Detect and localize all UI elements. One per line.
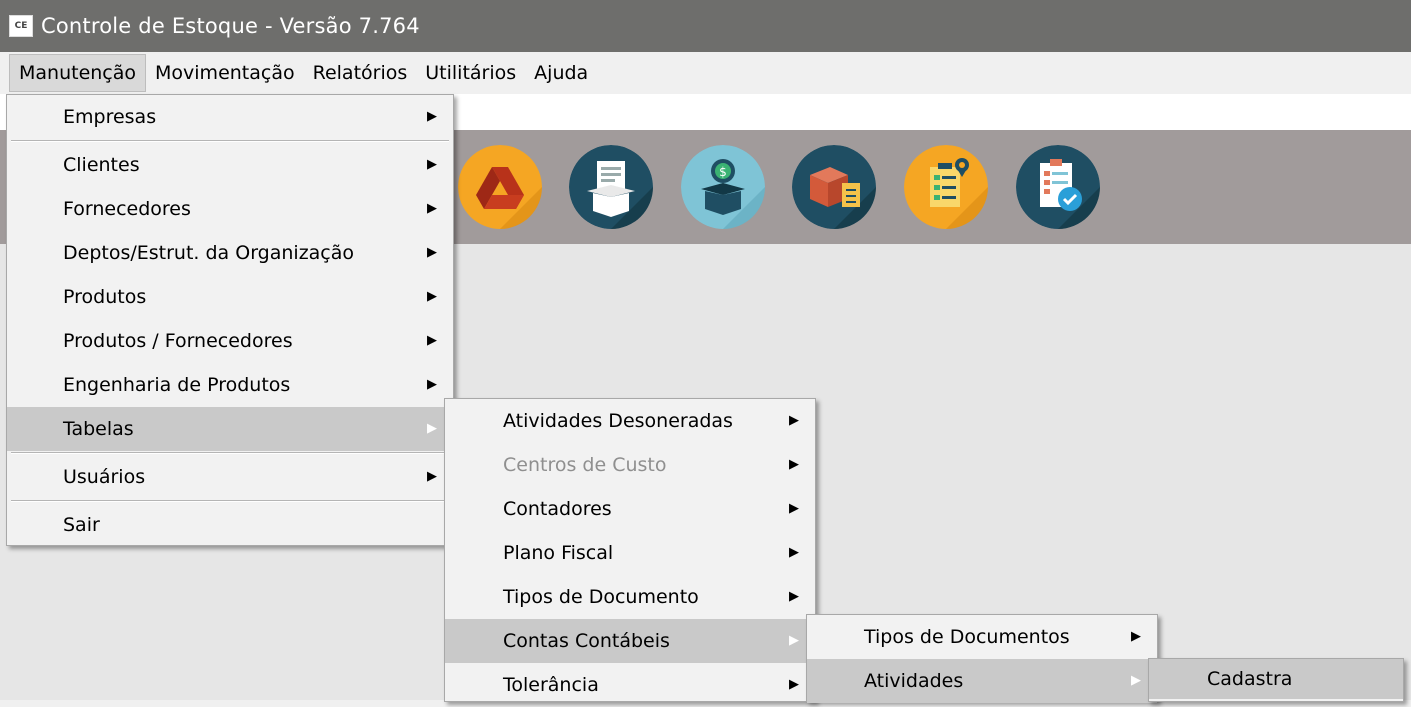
menu-item-plano-fiscal[interactable]: Plano Fiscal ▶ [445,531,815,575]
menu-item-label: Tolerância [503,674,599,696]
submenu-arrow-icon: ▶ [427,469,437,484]
submenu-arrow-icon: ▶ [1131,673,1141,688]
menu-item-tipos-de-documento[interactable]: Tipos de Documento ▶ [445,575,815,619]
menu-manutencao[interactable]: Manutenção [9,54,147,92]
menu-item-label: Produtos [63,286,147,308]
menu-movimentacao[interactable]: Movimentação [146,54,304,92]
menu-item-label: Produtos / Fornecedores [63,330,293,352]
menu-item-label: Deptos/Estrut. da Organização [63,242,355,264]
menu-item-label: Tipos de Documento [503,586,699,608]
menu-item-clientes[interactable]: Clientes ▶ [7,143,453,187]
menu-item-label: Sair [63,514,100,536]
menu-item-cadastra[interactable]: Cadastra [1149,659,1403,699]
submenu-arrow-icon: ▶ [427,421,437,436]
drive-icon[interactable] [458,145,542,229]
menu-relatorios[interactable]: Relatórios [304,54,417,92]
submenu-arrow-icon: ▶ [789,457,799,472]
menu-separator [11,500,449,502]
menu-tabelas-submenu: Atividades Desoneradas ▶ Centros de Cust… [444,398,816,702]
title-bar: CE Controle de Estoque - Versão 7.764 [0,0,1411,52]
submenu-arrow-icon: ▶ [427,377,437,392]
svg-text:$: $ [719,165,727,179]
menu-utilitarios[interactable]: Utilitários [416,54,525,92]
menu-item-label: Cadastra [1207,668,1293,690]
menu-item-label: Tabelas [63,418,134,440]
menu-manutencao-dropdown: Empresas ▶ Clientes ▶ Fornecedores ▶ Dep… [6,94,454,546]
menu-item-engenharia[interactable]: Engenharia de Produtos ▶ [7,363,453,407]
submenu-arrow-icon: ▶ [427,201,437,216]
menu-item-produtos-fornecedores[interactable]: Produtos / Fornecedores ▶ [7,319,453,363]
menu-separator [11,140,449,142]
menu-item-label: Contas Contábeis [503,630,670,652]
report-check-icon[interactable] [1016,145,1100,229]
menu-item-tipos-de-documentos[interactable]: Tipos de Documentos ▶ [807,615,1157,659]
submenu-arrow-icon: ▶ [789,677,799,692]
menu-item-sair[interactable]: Sair [7,503,453,547]
menu-item-tolerancia[interactable]: Tolerância ▶ [445,663,815,707]
submenu-arrow-icon: ▶ [427,245,437,260]
menu-item-label: Empresas [63,106,157,128]
menu-item-empresas[interactable]: Empresas ▶ [7,95,453,139]
menu-item-fornecedores[interactable]: Fornecedores ▶ [7,187,453,231]
menu-item-label: Atividades [864,670,964,692]
menu-item-label: Usuários [63,466,146,488]
app-icon: CE [9,15,33,37]
menu-item-usuarios[interactable]: Usuários ▶ [7,455,453,499]
package-checklist-icon[interactable] [792,145,876,229]
menu-item-atividades[interactable]: Atividades ▶ [807,659,1157,703]
menu-item-label: Contadores [503,498,612,520]
submenu-arrow-icon: ▶ [427,333,437,348]
menu-item-contadores[interactable]: Contadores ▶ [445,487,815,531]
submenu-arrow-icon: ▶ [427,157,437,172]
menu-item-centros-de-custo: Centros de Custo ▶ [445,443,815,487]
submenu-arrow-icon: ▶ [789,501,799,516]
submenu-arrow-icon: ▶ [427,289,437,304]
submenu-arrow-icon: ▶ [789,589,799,604]
money-box-icon[interactable]: $ [681,145,765,229]
menu-item-label: Tipos de Documentos [864,626,1070,648]
menu-item-label: Clientes [63,154,140,176]
submenu-arrow-icon: ▶ [427,109,437,124]
menu-item-atividades-desoneradas[interactable]: Atividades Desoneradas ▶ [445,399,815,443]
submenu-arrow-icon: ▶ [1131,629,1141,644]
menu-ajuda[interactable]: Ajuda [525,54,597,92]
submenu-arrow-icon: ▶ [789,545,799,560]
menu-item-contas-contabeis[interactable]: Contas Contábeis ▶ [445,619,815,663]
menu-item-label: Fornecedores [63,198,191,220]
menu-atividades-submenu: Cadastra [1148,658,1404,702]
menu-item-tabelas[interactable]: Tabelas ▶ [7,407,453,451]
submenu-arrow-icon: ▶ [789,633,799,648]
menu-item-deptos[interactable]: Deptos/Estrut. da Organização ▶ [7,231,453,275]
location-checklist-icon[interactable] [904,145,988,229]
menu-item-label: Plano Fiscal [503,542,614,564]
menu-item-label: Engenharia de Produtos [63,374,291,396]
menu-separator [11,452,449,454]
window-title: Controle de Estoque - Versão 7.764 [41,14,420,38]
submenu-arrow-icon: ▶ [789,413,799,428]
menu-item-label: Atividades Desoneradas [503,410,733,432]
document-box-icon[interactable] [569,145,653,229]
menu-contas-contabeis-submenu: Tipos de Documentos ▶ Atividades ▶ [806,614,1158,703]
menu-item-label: Centros de Custo [503,454,667,476]
menu-bar: Manutenção Movimentação Relatórios Utili… [0,52,1411,94]
menu-item-produtos[interactable]: Produtos ▶ [7,275,453,319]
